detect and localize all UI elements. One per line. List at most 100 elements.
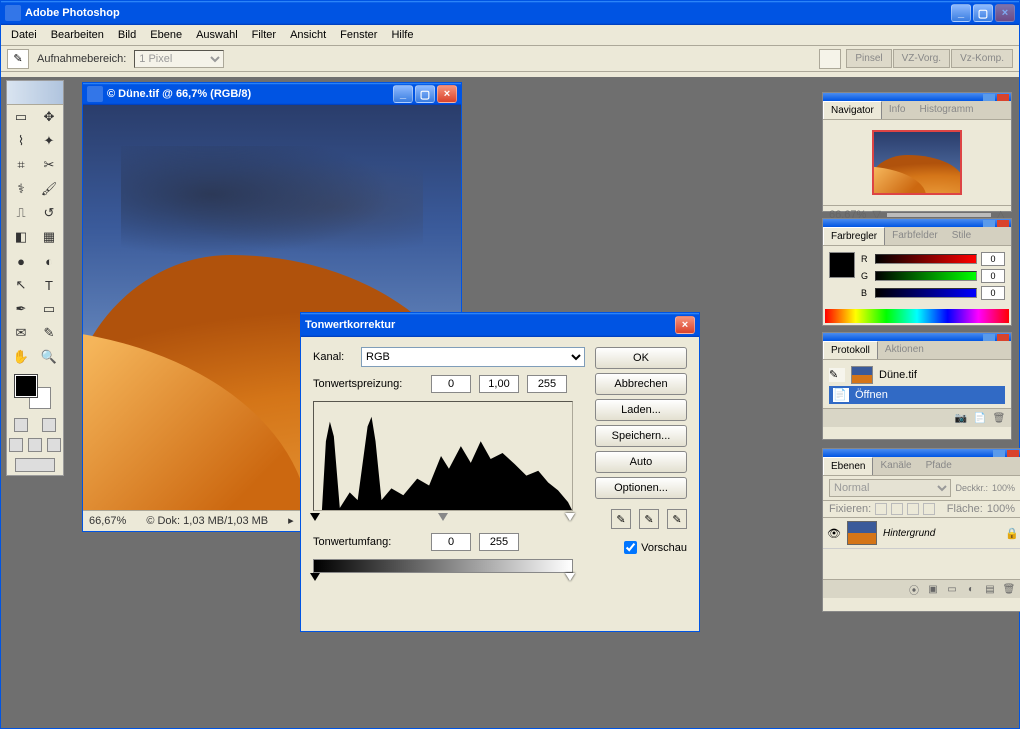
nav-close-icon[interactable] [997,94,1009,101]
tool-blur[interactable]: ● [7,249,35,273]
lock-transparency-icon[interactable] [875,503,887,515]
tool-path[interactable]: ↖ [7,273,35,297]
g-slider[interactable] [875,271,977,281]
history-brush-source-icon[interactable]: ✎ [829,368,845,382]
input-white-field[interactable] [527,375,567,393]
output-white-slider[interactable] [565,573,575,581]
white-point-eyedropper-icon[interactable]: ✎ [667,509,687,529]
tab-vzvorg[interactable]: VZ-Vorg. [893,49,950,68]
b-value[interactable] [981,286,1005,300]
tool-shape[interactable]: ▭ [35,297,63,321]
tool-lasso[interactable]: ⌇ [7,129,35,153]
navigator-thumbnail[interactable] [872,130,962,195]
tool-brush[interactable]: 🖌 [35,177,63,201]
save-button[interactable]: Speichern... [595,425,687,447]
menu-auswahl[interactable]: Auswahl [190,27,244,43]
color-spectrum[interactable] [825,309,1009,323]
r-slider[interactable] [875,254,977,264]
tool-marquee[interactable]: ▭ [7,105,35,129]
input-black-slider[interactable] [310,513,320,521]
layer-mask-icon[interactable]: ▣ [925,582,941,596]
tab-protokoll[interactable]: Protokoll [823,341,878,359]
history-source-row[interactable]: ✎ Düne.tif [829,364,1005,386]
quickmask-mode-icon[interactable] [42,418,56,432]
menu-datei[interactable]: Datei [5,27,43,43]
tab-vzkomp[interactable]: Vz-Komp. [951,49,1013,68]
menu-bild[interactable]: Bild [112,27,142,43]
tool-pen[interactable]: ✒ [7,297,35,321]
menu-filter[interactable]: Filter [246,27,282,43]
cancel-button[interactable]: Abbrechen [595,373,687,395]
input-gamma-slider[interactable] [438,513,448,521]
new-layer-icon[interactable]: ▤ [982,582,998,596]
levels-titlebar[interactable]: Tonwertkorrektur × [301,313,699,337]
r-value[interactable] [981,252,1005,266]
standard-mode-icon[interactable] [14,418,28,432]
g-value[interactable] [981,269,1005,283]
new-set-icon[interactable]: ▭ [944,582,960,596]
adjustment-layer-icon[interactable]: ◐ [963,582,979,596]
tool-crop[interactable]: ⌗ [7,153,35,177]
load-button[interactable]: Laden... [595,399,687,421]
channel-select[interactable]: RGB [361,347,585,367]
doc-maximize-button[interactable]: ▢ [415,85,435,103]
screen-mode-3-icon[interactable] [47,438,61,452]
tool-stamp[interactable]: ⎍ [7,201,35,225]
tab-histogramm[interactable]: Histogramm [913,101,981,119]
delete-state-icon[interactable]: 🗑 [991,411,1007,425]
tool-heal[interactable]: ⚕ [7,177,35,201]
lock-position-icon[interactable] [907,503,919,515]
menu-hilfe[interactable]: Hilfe [385,27,419,43]
tab-stile[interactable]: Stile [945,227,978,245]
new-snapshot-icon[interactable]: 📷 [953,411,969,425]
auto-button[interactable]: Auto [595,451,687,473]
sample-size-select[interactable]: 1 Pixel [134,50,224,68]
tool-wand[interactable]: ✦ [35,129,63,153]
tool-hand[interactable]: ✋ [7,345,35,369]
nav-minimize-icon[interactable] [983,94,995,101]
tool-history-brush[interactable]: ↺ [35,201,63,225]
color-close-icon[interactable] [997,220,1009,227]
output-black-slider[interactable] [310,573,320,581]
layer-thumbnail[interactable] [847,521,877,545]
tab-farbregler[interactable]: Farbregler [823,227,885,245]
tab-kanaele[interactable]: Kanäle [873,457,918,475]
tool-type[interactable]: T [35,273,63,297]
menu-fenster[interactable]: Fenster [334,27,383,43]
layer-name[interactable]: Hintergrund [883,528,999,539]
opacity-value[interactable]: 100% [992,483,1015,493]
minimize-button[interactable]: _ [951,4,971,22]
black-point-eyedropper-icon[interactable]: ✎ [611,509,631,529]
tool-eraser[interactable]: ◧ [7,225,35,249]
output-slider[interactable] [313,573,573,583]
layers-minimize-icon[interactable] [993,450,1005,457]
tool-eyedropper[interactable]: ✎ [35,321,63,345]
input-gamma-field[interactable] [479,375,519,393]
close-button[interactable]: × [995,4,1015,22]
tool-zoom[interactable]: 🔍 [35,345,63,369]
tab-pinsel[interactable]: Pinsel [846,49,891,68]
input-black-field[interactable] [431,375,471,393]
doc-close-button[interactable]: × [437,85,457,103]
layer-visibility-icon[interactable]: 👁 [827,527,841,539]
maximize-button[interactable]: ▢ [973,4,993,22]
status-arrow-icon[interactable]: ▸ [288,514,294,527]
tab-ebenen[interactable]: Ebenen [823,457,873,475]
history-minimize-icon[interactable] [983,334,995,341]
tool-slice[interactable]: ✂ [35,153,63,177]
zoom-level[interactable]: 66,67% [89,515,126,527]
menu-ansicht[interactable]: Ansicht [284,27,332,43]
fill-value[interactable]: 100% [987,503,1015,515]
options-button[interactable]: Optionen... [595,477,687,499]
screen-mode-1-icon[interactable] [9,438,23,452]
lock-pixels-icon[interactable] [891,503,903,515]
tab-navigator[interactable]: Navigator [823,101,882,119]
output-black-field[interactable] [431,533,471,551]
tab-info[interactable]: Info [882,101,913,119]
input-slider[interactable] [313,513,573,523]
layers-close-icon[interactable] [1007,450,1019,457]
tool-notes[interactable]: ✉ [7,321,35,345]
tab-pfade[interactable]: Pfade [919,457,959,475]
current-tool-indicator[interactable]: ✎ [7,49,29,69]
menu-ebene[interactable]: Ebene [144,27,188,43]
